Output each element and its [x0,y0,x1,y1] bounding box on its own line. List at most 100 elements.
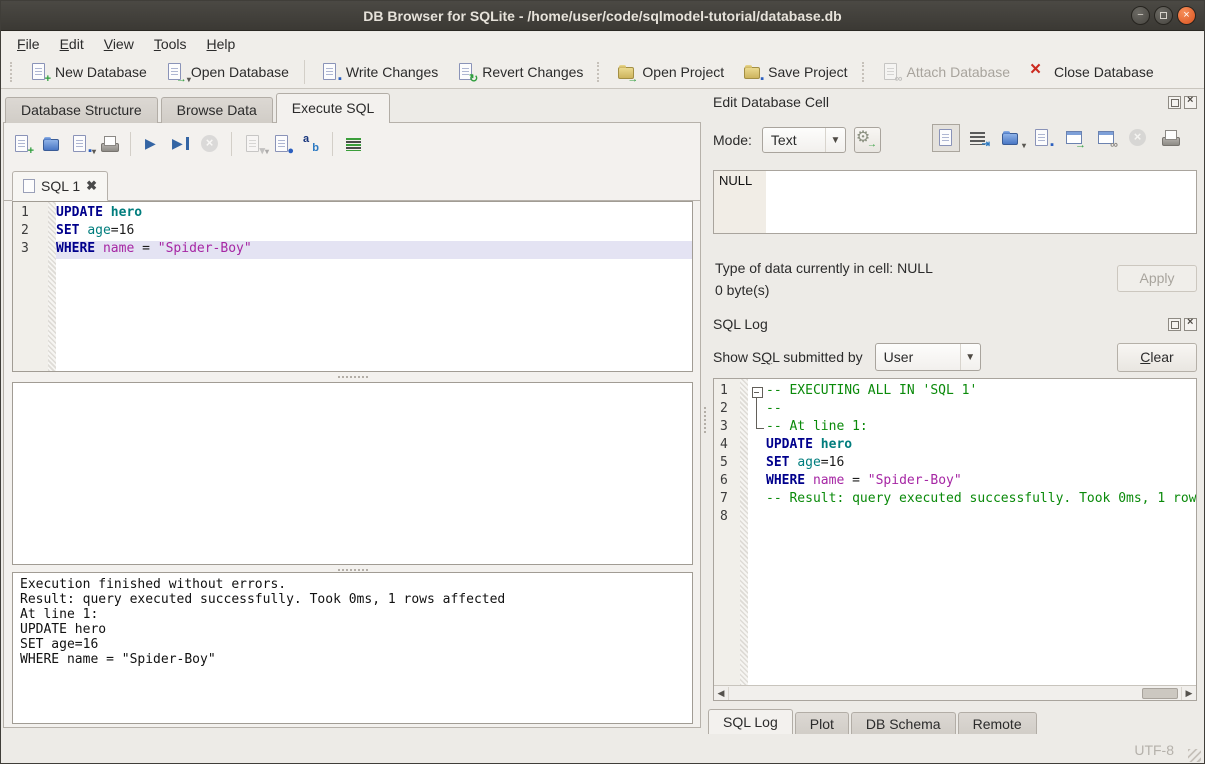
toolbar-button-label: Save Project [768,64,847,80]
toolbar-grip [862,62,867,82]
new-query-tab-icon[interactable]: + [12,134,32,154]
toolbar-button-label: Attach Database [907,64,1011,80]
import-data-from-file-icon[interactable]: ▾ [1000,128,1020,148]
code-line: -- At line 1: [766,419,1196,437]
code-line: UPDATE hero [766,437,1196,455]
auto-apply-button[interactable] [854,127,881,153]
open-database-button[interactable]: →▾Open Database [156,58,298,86]
code-line [766,509,1196,527]
main-vertical-splitter[interactable] [702,122,708,728]
tab-execute-sql[interactable]: Execute SQL [276,93,391,123]
close-dock-icon[interactable] [1184,318,1197,331]
scroll-right-icon[interactable]: ▶ [1181,687,1196,700]
message-line: Execution finished without errors. [20,577,685,592]
maximize-icon [1160,12,1167,19]
word-wrap-icon[interactable] [968,128,988,148]
stop-execution-icon [200,134,220,154]
code-line: SET age=16 [766,455,1196,473]
cell-editor[interactable]: NULL [713,170,1197,234]
open-sql-file-icon[interactable] [41,134,61,154]
open-in-external-app-icon[interactable]: → [1064,128,1084,148]
close-button[interactable]: × [1177,6,1196,25]
tab-plot[interactable]: Plot [795,712,849,735]
toolbar-separator [130,132,131,156]
resize-grip[interactable] [1188,749,1201,762]
main-tab-bar: Database StructureBrowse DataExecute SQL [5,93,393,123]
undock-icon[interactable] [1168,318,1181,331]
tab-sql-1[interactable]: SQL 1 ✖ [12,171,108,201]
toolbar-button-label: New Database [55,64,147,80]
print-cell-icon[interactable] [1160,128,1180,148]
tab-sql-log[interactable]: SQL Log [708,709,793,735]
menu-file[interactable]: File [7,34,50,54]
bottom-dock-tab-bar: SQL LogPlotDB SchemaRemote [708,709,1039,735]
line-number: 2 [714,401,740,419]
open-project-button[interactable]: →Open Project [607,58,733,86]
maximize-button[interactable] [1154,6,1173,25]
sql-editor-toolbar: +▪▾▾▾● [12,132,364,156]
sql-log-dock-header: SQL Log [713,315,1197,333]
clear-button[interactable]: Clear [1117,343,1197,372]
toolbar-grip [597,62,602,82]
scrollbar-thumb[interactable] [1142,688,1178,699]
minimize-button[interactable]: − [1131,6,1150,25]
line-number: 8 [714,509,740,527]
menu-help[interactable]: Help [197,34,246,54]
attach-database-icon[interactable]: ∞ [881,62,901,82]
find-replace-icon[interactable] [301,134,321,154]
tab-database-structure[interactable]: Database Structure [5,97,158,123]
toolbar-button-label: Write Changes [346,64,438,80]
submitter-value: User [884,349,914,365]
menu-edit[interactable]: Edit [50,34,94,54]
execute-current-line-icon[interactable] [171,134,191,154]
new-database-icon[interactable]: + [29,62,49,82]
open-database-icon[interactable]: →▾ [165,62,185,82]
export-data-to-file-icon[interactable]: ▪ [1032,128,1052,148]
mode-value: Text [771,132,797,148]
find-icon[interactable]: ● [272,134,292,154]
close-database-button[interactable]: Close Database [1019,58,1163,86]
open-project-icon[interactable]: → [616,62,636,82]
toolbar-button-label: Revert Changes [482,64,583,80]
write-changes-button[interactable]: ▪ Write Changes [311,58,447,86]
revert-changes-button[interactable]: ↻ Revert Changes [447,58,592,86]
log-horizontal-scrollbar[interactable]: ◀ ▶ [714,685,1196,700]
execute-all-icon[interactable] [142,134,162,154]
undock-icon[interactable] [1168,96,1181,109]
sql-document-icon [23,179,35,193]
cell-editor-toolbar: ▾ ▪ → ∞ [936,128,1180,148]
mode-select[interactable]: Text ▼ [762,127,846,153]
close-tab-icon[interactable]: ✖ [86,178,97,194]
print-sql-icon[interactable] [99,134,119,154]
set-as-link-icon[interactable]: ∞ [1096,128,1116,148]
menu-bar: FileEditViewToolsHelp [1,32,1204,55]
tab-remote[interactable]: Remote [958,712,1037,735]
revert-changes-icon[interactable]: ↻ [456,62,476,82]
cell-type-info: Type of data currently in cell: NULL [715,260,933,276]
close-database-icon[interactable] [1028,62,1048,82]
close-dock-icon[interactable] [1184,96,1197,109]
sql-editor[interactable]: 123 UPDATE heroSET age=16WHERE name = "S… [12,201,693,372]
toolbar-grip [10,62,15,82]
tab-browse-data[interactable]: Browse Data [161,97,273,123]
submitter-select[interactable]: User ▼ [875,343,981,371]
write-changes-icon[interactable]: ▪ [320,62,340,82]
fold-marker-box [750,383,766,401]
save-sql-file-icon[interactable]: ▪▾ [70,134,90,154]
editor-code-area[interactable]: UPDATE heroSET age=16WHERE name = "Spide… [56,205,692,371]
editor-line-numbers: 123 [13,205,48,259]
scroll-left-icon[interactable]: ◀ [714,687,729,700]
text-mode-icon[interactable] [936,128,956,148]
tab-db-schema[interactable]: DB Schema [851,712,956,735]
save-project-icon[interactable]: ▪ [742,62,762,82]
edit-cell-dock-header: Edit Database Cell [713,93,1197,111]
log-line-numbers: 12345678 [714,383,740,527]
new-database-button[interactable]: + New Database [20,58,156,86]
save-project-button[interactable]: ▪ Save Project [733,58,856,86]
format-sql-icon[interactable] [344,134,364,154]
editor-results-splitter[interactable] [12,372,693,381]
line-number: 7 [714,491,740,509]
apply-button: Apply [1117,265,1197,292]
menu-tools[interactable]: Tools [144,34,197,54]
menu-view[interactable]: View [94,34,144,54]
